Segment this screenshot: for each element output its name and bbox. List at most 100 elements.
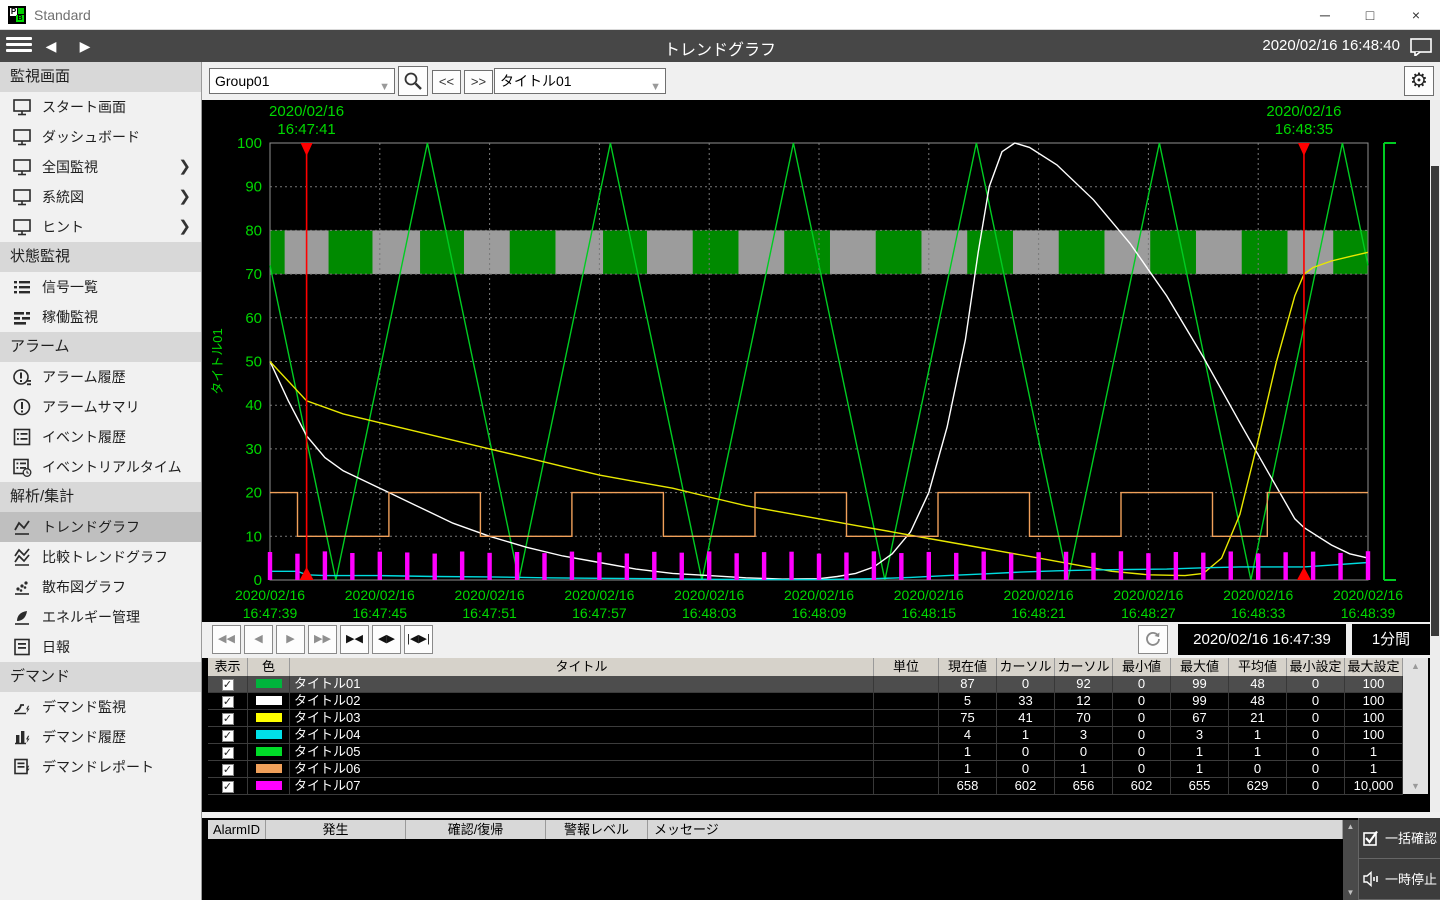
table-row[interactable]: ✓タイトル0187092099480100 [208,676,1403,693]
message-bubble-icon[interactable] [1410,38,1432,61]
visibility-checkbox[interactable]: ✓ [222,781,234,793]
chevron-right-icon[interactable]: ❯ [178,152,191,182]
chevron-down-icon: ▼ [379,75,390,99]
step-forward-button[interactable]: ▶ [276,625,305,654]
alarm-scrollbar[interactable]: ▲ ▼ [1343,820,1358,900]
group-select[interactable]: Group01 ▼ [209,68,395,94]
sidebar-item-monitor[interactable]: ヒント❯ [0,212,201,242]
minimize-button[interactable]: ─ [1303,0,1347,30]
chevron-right-icon[interactable]: ❯ [178,212,191,242]
column-header[interactable]: 最大値 [1171,658,1229,676]
table-cell [874,761,939,777]
series-color-swatch [256,781,282,790]
table-cell: 0 [1287,727,1345,743]
sidebar-item-monitor[interactable]: 全国監視 ❯ [0,152,201,182]
confirm-all-button[interactable]: 一括確認 [1359,818,1440,859]
sidebar-item-report[interactable]: 日報 [0,632,201,662]
column-header[interactable]: 最小値 [1113,658,1171,676]
sidebar-item-event-history[interactable]: イベント履歴 [0,422,201,452]
table-cell: 656 [1055,778,1113,794]
table-cell: タイトル01 [290,676,874,692]
scroll-down-icon[interactable]: ▼ [1343,886,1358,900]
table-cell [874,693,939,709]
table-row[interactable]: ✓タイトル0510001101 [208,744,1403,761]
settings-gear-button[interactable]: ⚙ [1404,66,1434,96]
column-header[interactable]: 最小設定 [1287,658,1345,676]
step-back-button[interactable]: ◀ [244,625,273,654]
alarm-column-header[interactable]: 確認/復帰 [406,820,546,839]
visibility-checkbox[interactable]: ✓ [222,713,234,725]
sidebar-item-scatter[interactable]: 散布図グラフ [0,572,201,602]
prev-group-button[interactable]: << [432,70,461,94]
refresh-button[interactable] [1138,625,1168,654]
alarm-column-header[interactable]: メッセージ [648,820,1343,839]
trend-chart[interactable]: 0102030405060708090100タイトル012020/02/1616… [202,100,1440,622]
visibility-checkbox[interactable]: ✓ [222,764,234,776]
column-header[interactable]: 色 [248,658,290,676]
sidebar-item-alarm-history[interactable]: アラーム履歴 [0,362,201,392]
digital-band-on [1242,230,1288,274]
table-cell: タイトル05 [290,744,874,760]
maximize-button[interactable]: □ [1348,0,1392,30]
main-scrollbar[interactable] [1430,100,1440,812]
compress-scale-button[interactable]: ▶◀ [340,625,369,654]
column-header[interactable]: カーソル1 [997,658,1055,676]
scroll-up-icon[interactable]: ▲ [1403,658,1428,674]
sidebar-item-monitor[interactable]: スタート画面 [0,92,201,122]
sidebar-item-trend-compare[interactable]: 比較トレンドグラフ [0,542,201,572]
sidebar-item-monitor[interactable]: 系統図❯ [0,182,201,212]
chart-start-timestamp[interactable]: 2020/02/16 16:47:39 [1178,624,1346,655]
visibility-checkbox[interactable]: ✓ [222,747,234,759]
column-header[interactable]: タイトル [290,658,874,676]
alarm-column-header[interactable]: AlarmID [208,820,266,839]
column-header[interactable]: 現在値 [939,658,997,676]
column-header[interactable]: 平均値 [1229,658,1287,676]
sidebar-item-label: デマンド履歴 [42,729,126,745]
visibility-checkbox[interactable]: ✓ [222,730,234,742]
sidebar-item-trend[interactable]: トレンドグラフ [0,512,201,542]
chevron-down-icon: ▼ [650,75,661,99]
table-row[interactable]: ✓タイトル07658602656602655629010,000 [208,778,1403,795]
series-table-scrollbar[interactable]: ▲ ▼ [1403,658,1428,794]
close-button[interactable]: × [1394,0,1438,30]
sidebar-item-alarm-summary[interactable]: アラームサマリ [0,392,201,422]
column-header[interactable]: 最大設定 [1345,658,1403,676]
time-span-selector[interactable]: 1分間 [1352,624,1430,655]
x-tick-date: 2020/02/16 [235,587,305,603]
column-header[interactable]: 単位 [874,658,939,676]
next-group-button[interactable]: >> [464,70,493,94]
page-forward-button[interactable]: ▶▶ [308,625,337,654]
expand-scale-button[interactable]: ◀▶ [372,625,401,654]
column-header[interactable]: 表示 [208,658,248,676]
sidebar-item-demand-watch[interactable]: デマンド監視 [0,692,201,722]
sidebar-item-list[interactable]: 信号一覧 [0,272,201,302]
trend-chart-canvas[interactable]: 0102030405060708090100タイトル012020/02/1616… [202,100,1440,622]
alarm-column-header[interactable]: 警報レベル [546,820,648,839]
sidebar-item-bars[interactable]: 稼働監視 [0,302,201,332]
jump-latest-button[interactable]: |◀▶| [404,625,433,654]
table-cell: 0 [1229,761,1287,777]
sidebar-item-label: 全国監視 [42,159,98,175]
scroll-up-icon[interactable]: ▲ [1343,820,1358,834]
table-row[interactable]: ✓タイトル03754170067210100 [208,710,1403,727]
search-button[interactable] [398,66,428,96]
table-cell: 3 [1055,727,1113,743]
table-row[interactable]: ✓タイトル0610101001 [208,761,1403,778]
title-select[interactable]: タイトル01 ▼ [494,68,666,94]
sidebar-item-demand-report[interactable]: デマンドレポート [0,752,201,782]
visibility-checkbox[interactable]: ✓ [222,696,234,708]
table-row[interactable]: ✓タイトル044130310100 [208,727,1403,744]
sidebar-item-demand-history[interactable]: デマンド履歴 [0,722,201,752]
scroll-down-icon[interactable]: ▼ [1403,778,1428,794]
chevron-right-icon[interactable]: ❯ [178,182,191,212]
sidebar-item-event-realtime[interactable]: イベントリアルタイム [0,452,201,482]
column-header[interactable]: カーソル2 [1055,658,1113,676]
sidebar-item-monitor[interactable]: ダッシュボード [0,122,201,152]
table-row[interactable]: ✓タイトル0253312099480100 [208,693,1403,710]
alarm-column-header[interactable]: 発生 [266,820,406,839]
pause-sound-button[interactable]: 一時停止 [1359,859,1440,900]
visibility-checkbox[interactable]: ✓ [222,679,234,691]
sidebar-item-energy[interactable]: エネルギー管理 [0,602,201,632]
page-back-button[interactable]: ◀◀ [212,625,241,654]
series-spike [734,553,738,580]
